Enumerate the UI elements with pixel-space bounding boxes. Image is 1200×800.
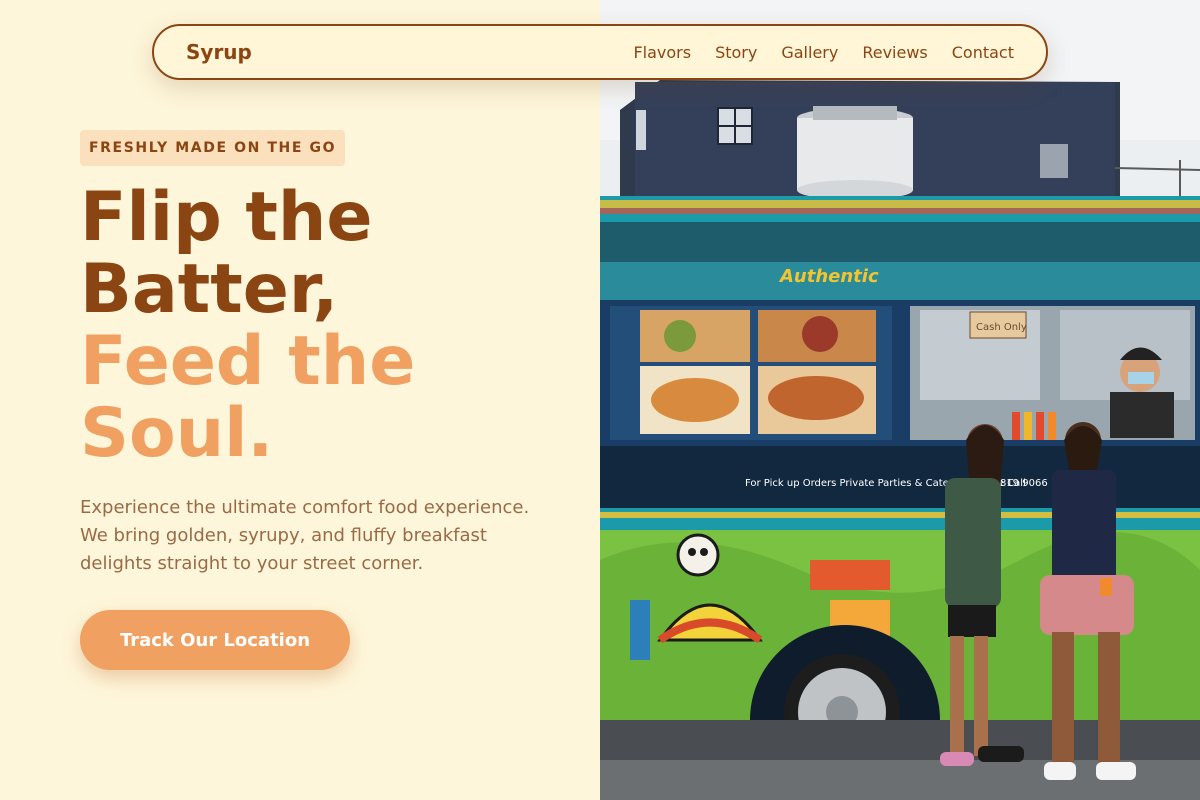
nav-links: Flavors Story Gallery Reviews Contact	[633, 43, 1014, 62]
nav-link-flavors[interactable]: Flavors	[633, 43, 691, 62]
truck-sign-text: Authentic	[778, 266, 879, 287]
headline-line-2: Batter,	[80, 250, 339, 329]
nav-link-contact[interactable]: Contact	[952, 43, 1014, 62]
hero-description: Experience the ultimate comfort food exp…	[80, 497, 530, 574]
brand-logo[interactable]: Syrup	[186, 40, 252, 64]
headline-line-4: Soul.	[80, 394, 274, 473]
hero-badge: FRESHLY MADE ON THE GO	[80, 130, 346, 166]
track-location-button[interactable]: Track Our Location	[80, 610, 350, 670]
top-navbar: Syrup Flavors Story Gallery Reviews Cont…	[152, 24, 1048, 80]
nav-link-gallery[interactable]: Gallery	[781, 43, 838, 62]
nav-link-story[interactable]: Story	[715, 43, 757, 62]
menu-sign-text: Cash Only	[976, 322, 1027, 333]
nav-link-reviews[interactable]: Reviews	[862, 43, 927, 62]
truck-phone-text: 819 9066	[1000, 478, 1048, 489]
headline-line-3: Feed the	[80, 322, 416, 401]
headline-line-1: Flip the	[80, 178, 373, 257]
food-truck-image: Authentic Cash Only For Pick up Orders P…	[600, 0, 1200, 800]
hero-headline: Flip the Batter, Feed the Soul.	[80, 182, 580, 470]
